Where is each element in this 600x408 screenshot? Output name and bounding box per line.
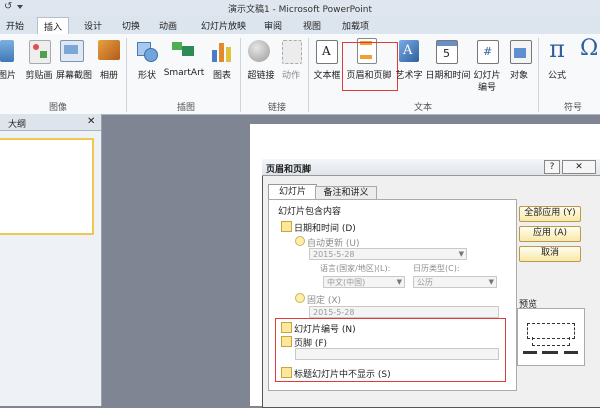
fixed-radio[interactable] bbox=[295, 293, 305, 303]
ribbon-separator bbox=[126, 38, 127, 112]
apply-all-button[interactable]: 全部应用 (Y) bbox=[519, 206, 581, 222]
fixed-label: 固定 (X) bbox=[307, 296, 342, 306]
window-title: 演示文稿1 - Microsoft PowerPoint bbox=[227, 5, 373, 15]
tab-review[interactable]: 审阅 bbox=[264, 19, 282, 32]
dialog-title: 页眉和页脚 bbox=[266, 165, 312, 175]
object-button[interactable]: 对象 bbox=[504, 68, 534, 81]
textbox-icon: A bbox=[316, 40, 338, 64]
slide-thumbnail[interactable] bbox=[0, 138, 94, 235]
clipart-icon bbox=[29, 40, 51, 64]
close-icon[interactable]: ✕ bbox=[87, 116, 95, 127]
action-button[interactable]: 动作 bbox=[278, 68, 304, 81]
ribbon-separator bbox=[538, 38, 539, 112]
slide-number-button-line2[interactable]: 编号 bbox=[470, 80, 504, 93]
outline-panel-header: 大纲 ✕ bbox=[0, 114, 101, 131]
shapes-icon bbox=[137, 40, 158, 62]
date-format-select[interactable]: 2015-5-28 ▼ bbox=[309, 248, 467, 260]
photo-album-icon bbox=[98, 40, 120, 60]
header-footer-dialog: 幻灯片 备注和讲义 幻灯片包含内容 日期和时间 (D) 自动更新 (U) 201… bbox=[262, 159, 600, 408]
fixed-date-value: 2015-5-28 bbox=[313, 308, 355, 317]
preview-footer-placeholder bbox=[542, 351, 558, 354]
preview-box bbox=[517, 308, 585, 366]
smartart-icon bbox=[172, 42, 194, 60]
chevron-down-icon: ▼ bbox=[396, 278, 402, 286]
chart-button[interactable]: 图表 bbox=[206, 68, 238, 81]
preview-number-placeholder bbox=[564, 351, 578, 354]
apply-button[interactable]: 应用 (A) bbox=[519, 226, 581, 242]
action-icon bbox=[282, 40, 302, 64]
language-value: 中文(中国) bbox=[327, 278, 366, 287]
chevron-down-icon: ▼ bbox=[488, 278, 494, 286]
hyperlink-button[interactable]: 超链接 bbox=[244, 68, 278, 81]
cancel-button[interactable]: 取消 bbox=[519, 246, 581, 262]
group-illustrations-label: 插图 bbox=[176, 103, 195, 113]
equation-icon: π bbox=[549, 35, 565, 63]
auto-update-radio[interactable] bbox=[295, 236, 305, 246]
ribbon-separator bbox=[240, 38, 241, 112]
symbol-icon: Ω bbox=[580, 36, 599, 61]
chevron-down-icon: ▼ bbox=[458, 250, 464, 258]
hyperlink-icon bbox=[248, 40, 270, 62]
smartart-button[interactable]: SmartArt bbox=[162, 68, 206, 78]
datetime-icon: 5 bbox=[436, 40, 458, 64]
equation-button[interactable]: 公式 bbox=[544, 68, 570, 81]
ribbon: 图片 剪贴画 屏幕截图 相册 图像 形状 SmartArt 图表 插图 超链接 … bbox=[0, 34, 600, 115]
fixed-date-input[interactable]: 2015-5-28 bbox=[309, 306, 499, 318]
preview-body-placeholder bbox=[532, 337, 570, 346]
tab-slides[interactable]: 幻灯片 bbox=[268, 184, 317, 200]
shapes-button[interactable]: 形状 bbox=[132, 68, 162, 81]
screenshot-icon bbox=[60, 40, 84, 62]
tab-addins[interactable]: 加载项 bbox=[342, 19, 369, 32]
options-highlight bbox=[275, 318, 506, 382]
close-button[interactable]: ✕ bbox=[562, 160, 596, 174]
tab-notes-handouts[interactable]: 备注和讲义 bbox=[315, 186, 377, 200]
datetime-checkbox[interactable] bbox=[281, 221, 292, 232]
outline-tab[interactable]: 大纲 bbox=[8, 117, 26, 130]
help-button[interactable]: ? bbox=[544, 160, 560, 174]
datetime-label: 日期和时间 (D) bbox=[294, 224, 356, 234]
tab-home[interactable]: 开始 bbox=[6, 19, 24, 32]
slide-number-icon: # bbox=[477, 40, 499, 64]
picture-icon bbox=[0, 40, 14, 62]
tab-transitions[interactable]: 切换 bbox=[122, 19, 140, 32]
group-symbols-label: 符号 bbox=[563, 103, 582, 113]
tab-design[interactable]: 设计 bbox=[84, 19, 102, 32]
calendar-label: 日历类型(C): bbox=[413, 264, 460, 273]
object-icon bbox=[510, 40, 532, 64]
datetime-button[interactable]: 日期和时间 bbox=[424, 68, 472, 81]
header-footer-highlight bbox=[342, 42, 398, 91]
textbox-button[interactable]: 文本框 bbox=[312, 68, 342, 81]
screenshot-button[interactable]: 屏幕截图 bbox=[54, 68, 94, 81]
calendar-value: 公历 bbox=[417, 278, 433, 287]
ribbon-separator bbox=[308, 38, 309, 112]
picture-button[interactable]: 图片 bbox=[0, 68, 18, 81]
calendar-select[interactable]: 公历 ▼ bbox=[413, 276, 497, 288]
wordart-button[interactable]: 艺术字 bbox=[394, 68, 424, 81]
date-format-value: 2015-5-28 bbox=[313, 250, 355, 259]
section-label: 幻灯片包含内容 bbox=[278, 207, 342, 217]
tab-slideshow[interactable]: 幻灯片放映 bbox=[201, 19, 246, 32]
group-images-label: 图像 bbox=[48, 103, 67, 113]
language-select[interactable]: 中文(中国) ▼ bbox=[323, 276, 405, 288]
tab-animations[interactable]: 动画 bbox=[159, 19, 177, 32]
wordart-icon: A bbox=[399, 40, 419, 62]
photo-album-button[interactable]: 相册 bbox=[94, 68, 124, 81]
group-text-label: 文本 bbox=[413, 103, 432, 113]
chart-icon bbox=[211, 40, 233, 62]
group-links-label: 链接 bbox=[267, 103, 286, 113]
ribbon-tab-row: 开始 插入 设计 切换 动画 幻灯片放映 审阅 视图 加载项 bbox=[0, 16, 600, 35]
tab-view[interactable]: 视图 bbox=[303, 19, 321, 32]
title-bar: ↺ 演示文稿1 - Microsoft PowerPoint bbox=[0, 0, 600, 16]
tab-insert[interactable]: 插入 bbox=[37, 17, 70, 34]
clipart-button[interactable]: 剪贴画 bbox=[22, 68, 56, 81]
dialog-title-bar: 页眉和页脚 ? ✕ bbox=[262, 159, 600, 176]
preview-date-placeholder bbox=[523, 351, 537, 354]
language-label: 语言(国家/地区)(L): bbox=[320, 264, 391, 273]
